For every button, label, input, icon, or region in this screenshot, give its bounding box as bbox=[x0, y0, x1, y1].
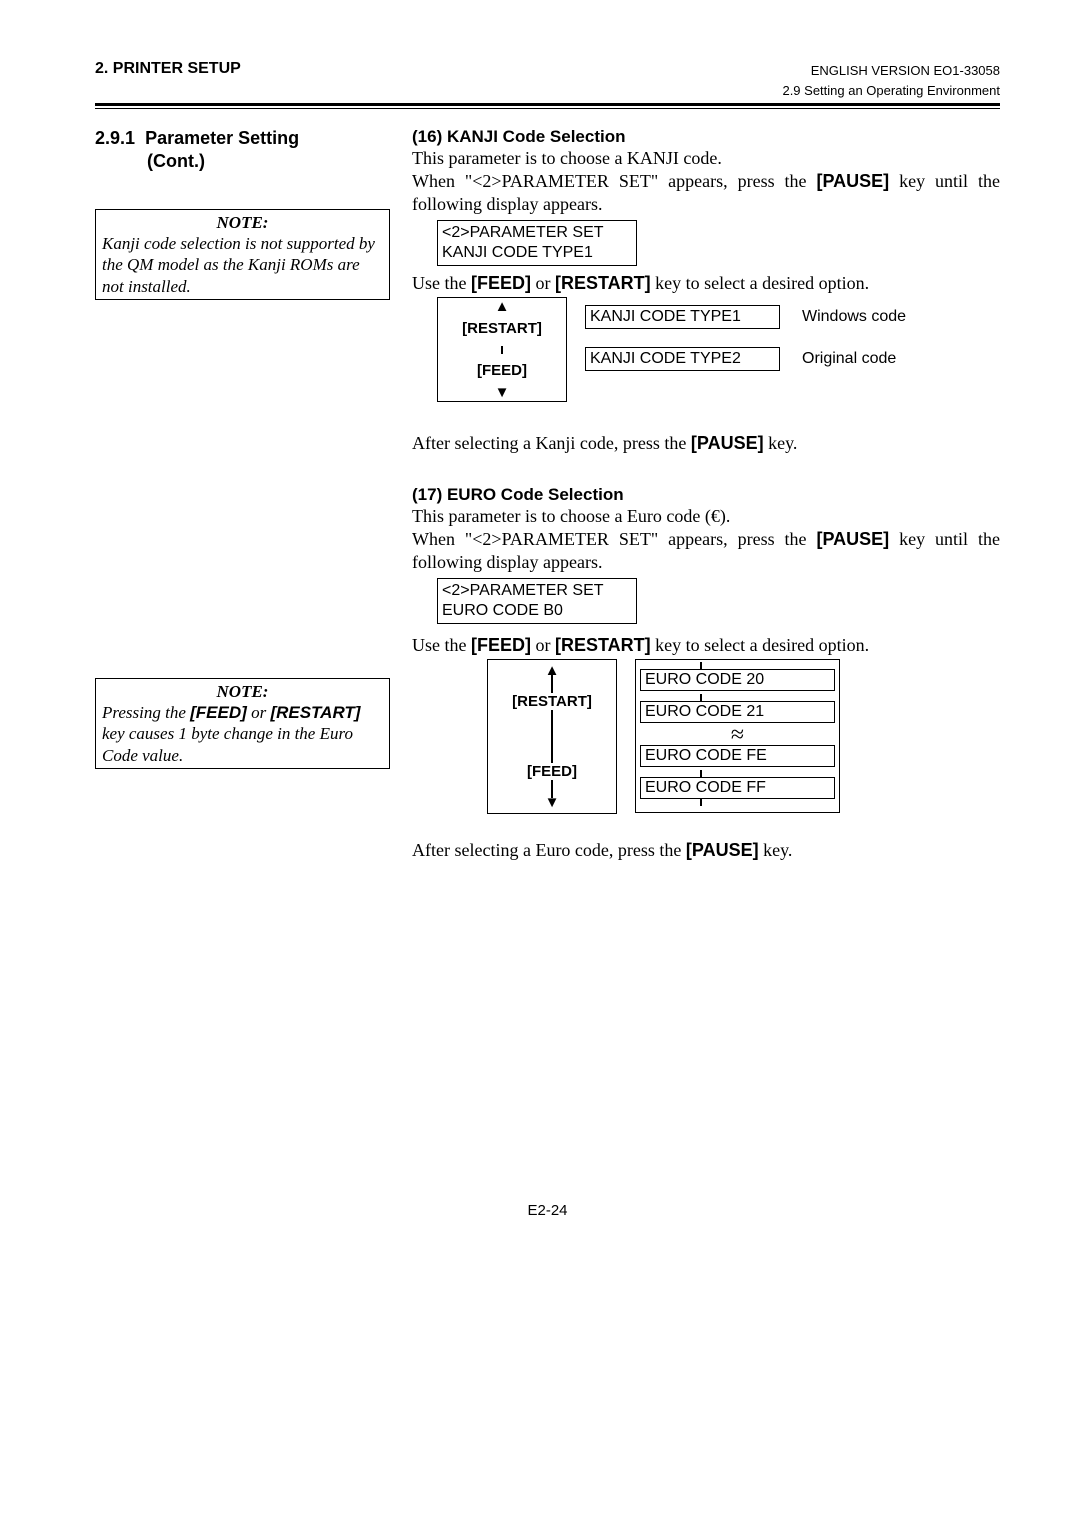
note-box-kanji: NOTE: Kanji code selection is not suppor… bbox=[95, 209, 390, 300]
paragraph: After selecting a Euro code, press the [… bbox=[412, 839, 1000, 862]
rule-top bbox=[95, 103, 1000, 106]
option-box: KANJI CODE TYPE1 bbox=[585, 305, 780, 329]
paragraph: This parameter is to choose a Euro code … bbox=[412, 505, 1000, 528]
flow-feed-label: [FEED] bbox=[477, 362, 527, 379]
note-text: Kanji code selection is not supported by… bbox=[102, 234, 375, 296]
note-label: NOTE: bbox=[102, 681, 383, 702]
option-box: EURO CODE FE bbox=[640, 745, 835, 767]
note-label: NOTE: bbox=[102, 212, 383, 233]
flow-feed-label: [FEED] bbox=[527, 763, 577, 780]
option-box: EURO CODE FF bbox=[640, 777, 835, 799]
option-desc: Original code bbox=[802, 350, 896, 368]
ellipsis-icon: ≈ bbox=[640, 726, 835, 745]
euro-diagram: ▲ [RESTART] [FEED] ▼ EURO CODE 20 EURO C… bbox=[462, 659, 1000, 814]
heading-17: (17) EURO Code Selection bbox=[412, 485, 1000, 505]
arrow-down-icon: ▼ bbox=[545, 798, 560, 807]
page-number: E2-24 bbox=[95, 1202, 1000, 1219]
document-header: 2. PRINTER SETUP ENGLISH VERSION EO1-330… bbox=[95, 60, 1000, 78]
header-subsection: 2.9 Setting an Operating Environment bbox=[95, 83, 1000, 98]
paragraph: When "<2>PARAMETER SET" appears, press t… bbox=[412, 170, 1000, 216]
note-box-euro: NOTE: Pressing the [FEED] or [RESTART] k… bbox=[95, 678, 390, 769]
lcd-display: <2>PARAMETER SET KANJI CODE TYPE1 bbox=[437, 220, 637, 266]
arrow-up-icon: ▲ bbox=[495, 302, 510, 311]
rule-top-thin bbox=[95, 108, 1000, 109]
flow-restart-label: [RESTART] bbox=[512, 693, 592, 710]
section-number-title: 2.9.1 Parameter Setting (Cont.) bbox=[95, 127, 390, 174]
arrow-down-icon: ▼ bbox=[495, 388, 510, 397]
lcd-display: <2>PARAMETER SET EURO CODE B0 bbox=[437, 578, 637, 624]
paragraph: After selecting a Kanji code, press the … bbox=[412, 432, 1000, 455]
arrow-up-icon: ▲ bbox=[545, 666, 560, 675]
paragraph: Use the [FEED] or [RESTART] key to selec… bbox=[412, 634, 1000, 657]
option-box: KANJI CODE TYPE2 bbox=[585, 347, 780, 371]
note-text: Pressing the [FEED] or [RESTART] key cau… bbox=[102, 703, 360, 765]
paragraph: Use the [FEED] or [RESTART] key to selec… bbox=[412, 272, 1000, 295]
flow-control-box: ▲ [RESTART] [FEED] ▼ bbox=[437, 297, 567, 402]
euro-options-container: EURO CODE 20 EURO CODE 21 ≈ EURO CODE FE… bbox=[635, 659, 840, 813]
option-box: EURO CODE 21 bbox=[640, 701, 835, 723]
paragraph: When "<2>PARAMETER SET" appears, press t… bbox=[412, 528, 1000, 574]
flow-restart-label: [RESTART] bbox=[462, 320, 542, 337]
kanji-diagram: ▲ [RESTART] [FEED] ▼ KANJI CODE TYPE1 Wi… bbox=[412, 297, 1000, 402]
paragraph: This parameter is to choose a KANJI code… bbox=[412, 147, 1000, 170]
header-version: ENGLISH VERSION EO1-33058 bbox=[811, 63, 1000, 78]
option-desc: Windows code bbox=[802, 308, 906, 326]
heading-16: (16) KANJI Code Selection bbox=[412, 127, 1000, 147]
option-box: EURO CODE 20 bbox=[640, 669, 835, 691]
header-chapter: 2. PRINTER SETUP bbox=[95, 60, 241, 78]
flow-control-box: ▲ [RESTART] [FEED] ▼ bbox=[487, 659, 617, 814]
